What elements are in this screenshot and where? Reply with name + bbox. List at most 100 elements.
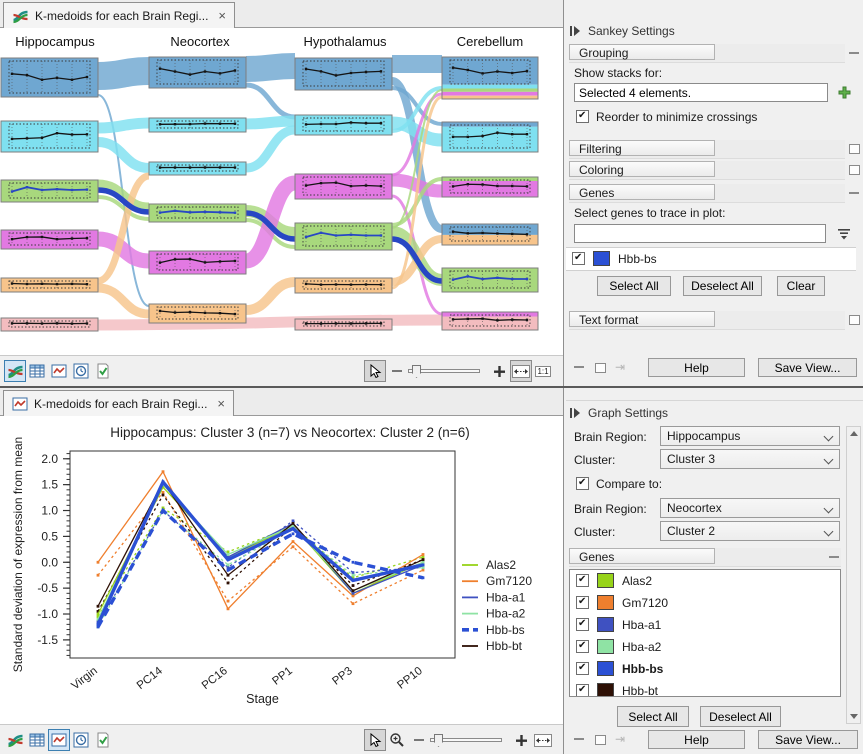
section-coloring[interactable]: Coloring xyxy=(569,161,845,180)
brain-region-1-dropdown[interactable]: Hippocampus xyxy=(660,426,840,446)
sankey-flow-orange[interactable] xyxy=(98,288,149,314)
gene-checkbox[interactable] xyxy=(576,574,589,587)
gene-row-Hba-a2[interactable]: Hba-a2 xyxy=(570,636,840,658)
gene-checkbox[interactable] xyxy=(576,640,589,653)
gene-row-Gm7120[interactable]: Gm7120 xyxy=(570,592,840,614)
cursor-icon[interactable] xyxy=(364,729,386,751)
sankey-view-icon[interactable] xyxy=(4,729,26,751)
deselect-all-button[interactable]: Deselect All xyxy=(683,276,762,296)
minus-icon[interactable] xyxy=(386,360,408,382)
sankey-node[interactable] xyxy=(442,122,538,152)
gene-row-Hbb-bs[interactable]: Hbb-bs xyxy=(566,248,856,270)
table-view-icon[interactable] xyxy=(26,729,48,751)
snap-icon[interactable]: ⇥ xyxy=(615,732,625,746)
actual-size-icon[interactable]: 1:1 xyxy=(532,360,554,382)
sankey-node[interactable] xyxy=(442,268,538,292)
gene-checkbox[interactable] xyxy=(572,252,585,265)
gene-checkbox[interactable] xyxy=(576,618,589,631)
tab-sankey-document[interactable]: K-medoids for each Brain Regi... × xyxy=(3,2,235,28)
sankey-node[interactable] xyxy=(442,57,538,99)
cluster-2-dropdown[interactable]: Cluster 2 xyxy=(660,521,840,541)
clock-view-icon[interactable] xyxy=(70,729,92,751)
tab-graph-document[interactable]: K-medoids for each Brain Regi... × xyxy=(3,390,234,416)
tab-close-icon[interactable]: × xyxy=(218,8,226,23)
sankey-flow-blue[interactable] xyxy=(246,85,295,117)
expand-section-icon[interactable] xyxy=(848,163,860,175)
tab-close-icon[interactable]: × xyxy=(217,396,225,411)
cursor-icon[interactable] xyxy=(364,360,386,382)
expand-all-icon[interactable] xyxy=(594,733,606,745)
gene-row-Hba-a1[interactable]: Hba-a1 xyxy=(570,614,840,636)
clock-view-icon[interactable] xyxy=(70,360,92,382)
sankey-flow-cyan[interactable] xyxy=(246,121,295,124)
sankey-node[interactable] xyxy=(1,318,98,331)
sankey-flow-cyan[interactable] xyxy=(246,130,295,168)
gene-search-input[interactable] xyxy=(574,224,826,243)
fit-icon[interactable] xyxy=(510,360,532,382)
section-text-format[interactable]: Text format xyxy=(569,311,845,330)
sankey-canvas[interactable]: HippocampusNeocortexHypothalamusCerebell… xyxy=(0,28,563,355)
select-all-button[interactable]: Select All xyxy=(597,276,671,296)
sankey-node[interactable] xyxy=(1,121,98,152)
filter-icon[interactable] xyxy=(836,227,852,241)
scroll-up-icon[interactable] xyxy=(850,431,858,436)
reorder-checkbox[interactable] xyxy=(576,110,589,123)
sankey-node[interactable] xyxy=(442,224,538,245)
collapse-section-icon[interactable] xyxy=(848,47,860,59)
plus-icon[interactable] xyxy=(510,729,532,751)
sankey-node[interactable] xyxy=(149,162,246,175)
expand-section-icon[interactable] xyxy=(848,313,860,325)
sankey-node[interactable] xyxy=(1,230,98,249)
report-view-icon[interactable] xyxy=(92,360,114,382)
collapse-all-icon[interactable] xyxy=(573,733,585,745)
scroll-down-icon[interactable] xyxy=(850,714,858,719)
select-all-button[interactable]: Select All xyxy=(617,706,689,727)
sankey-diagram[interactable] xyxy=(0,28,563,355)
deselect-all-button[interactable]: Deselect All xyxy=(700,706,781,727)
add-stack-icon[interactable] xyxy=(838,86,851,99)
expand-all-icon[interactable] xyxy=(594,361,606,373)
stacks-input[interactable] xyxy=(574,83,828,102)
sankey-node[interactable] xyxy=(295,223,392,250)
cluster-1-dropdown[interactable]: Cluster 3 xyxy=(660,449,840,469)
collapse-all-icon[interactable] xyxy=(573,361,585,373)
section-genes[interactable]: Genes xyxy=(569,548,841,567)
gene-checkbox[interactable] xyxy=(576,662,589,675)
gene-row-Hbb-bs[interactable]: Hbb-bs xyxy=(570,658,840,680)
sankey-node[interactable] xyxy=(149,204,246,222)
zoom-slider-thumb[interactable] xyxy=(412,365,421,378)
sankey-node[interactable] xyxy=(1,278,98,292)
chart-canvas[interactable]: Hippocampus: Cluster 3 (n=7) vs Neocorte… xyxy=(0,416,563,724)
gene-row-Hbb-bt[interactable]: Hbb-bt xyxy=(570,680,840,697)
sankey-node[interactable] xyxy=(442,177,538,197)
minus-icon[interactable] xyxy=(408,729,430,751)
sankey-flow-cyan[interactable] xyxy=(98,123,149,128)
sankey-node[interactable] xyxy=(295,278,392,293)
help-button[interactable]: Help xyxy=(648,358,745,377)
settings-scrollbar[interactable] xyxy=(846,426,861,724)
sankey-node[interactable] xyxy=(149,57,246,88)
report-view-icon[interactable] xyxy=(92,729,114,751)
chart-view-icon[interactable] xyxy=(48,360,70,382)
snap-icon[interactable]: ⇥ xyxy=(615,360,625,374)
save-view-button[interactable]: Save View... xyxy=(758,358,857,377)
zoom-slider-thumb[interactable] xyxy=(434,734,443,747)
section-genes[interactable]: Genes xyxy=(569,184,845,203)
table-view-icon[interactable] xyxy=(26,360,48,382)
sankey-flow-cyan[interactable] xyxy=(98,142,149,168)
sankey-node[interactable] xyxy=(295,319,392,330)
sankey-flow-orange[interactable] xyxy=(246,282,295,310)
gene-row-Alas2[interactable]: Alas2 xyxy=(570,570,840,592)
sankey-node[interactable] xyxy=(149,251,246,274)
sankey-flow-blue[interactable] xyxy=(246,66,295,69)
help-button[interactable]: Help xyxy=(648,730,745,749)
sankey-node[interactable] xyxy=(149,304,246,323)
section-grouping[interactable]: Grouping xyxy=(569,44,845,63)
gene-checkbox[interactable] xyxy=(576,684,589,697)
sankey-view-icon[interactable] xyxy=(4,360,26,382)
fit-icon[interactable] xyxy=(532,729,554,751)
sankey-node[interactable] xyxy=(295,174,392,199)
section-filtering[interactable]: Filtering xyxy=(569,140,845,159)
collapse-panel-icon[interactable] xyxy=(570,25,581,37)
zoom-icon[interactable] xyxy=(386,729,408,751)
